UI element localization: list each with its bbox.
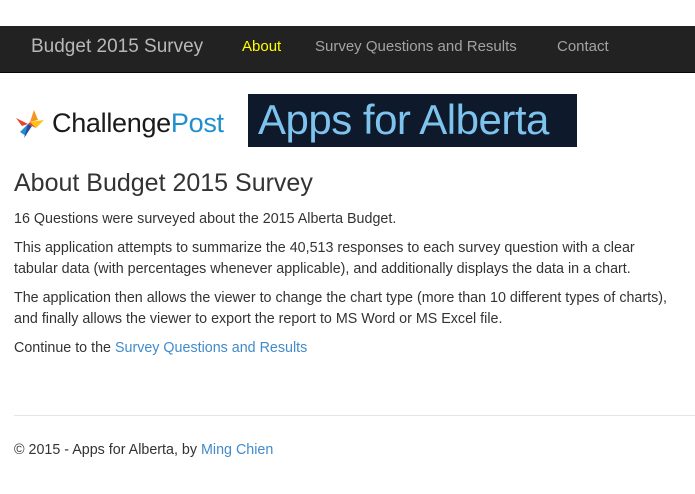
survey-results-link[interactable]: Survey Questions and Results [115,340,307,356]
nav-link-contact[interactable]: Contact [557,37,609,57]
navbar-brand[interactable]: Budget 2015 Survey [31,35,203,59]
footer-divider [14,415,695,416]
intro-paragraph: 16 Questions were surveyed about the 201… [14,211,397,227]
sponsor-logos: ChallengePost Apps for Alberta [14,94,577,147]
page: Budget 2015 Survey About Survey Question… [0,0,695,494]
apps-for-alberta-text: Apps for Alberta [258,96,549,143]
challengepost-star-icon [16,110,44,138]
challengepost-logo[interactable]: ChallengePost [14,94,240,147]
apps-for-alberta-banner[interactable]: Apps for Alberta [248,94,577,147]
top-navbar: Budget 2015 Survey About Survey Question… [0,26,695,73]
footer-copyright: © 2015 - Apps for Alberta, by [14,442,201,458]
continue-paragraph: Continue to the Survey Questions and Res… [14,340,308,356]
features-paragraph: The application then allows the viewer t… [14,290,667,327]
main-content: About Budget 2015 Survey 16 Questions we… [14,168,682,367]
nav-link-about[interactable]: About [242,37,281,57]
summary-paragraph: This application attempts to summarize t… [14,240,635,277]
footer: © 2015 - Apps for Alberta, by Ming Chien [14,440,273,461]
author-link[interactable]: Ming Chien [201,442,273,458]
challengepost-wordmark: ChallengePost [52,108,224,138]
page-title: About Budget 2015 Survey [14,169,313,197]
nav-link-survey-questions[interactable]: Survey Questions and Results [315,37,517,57]
